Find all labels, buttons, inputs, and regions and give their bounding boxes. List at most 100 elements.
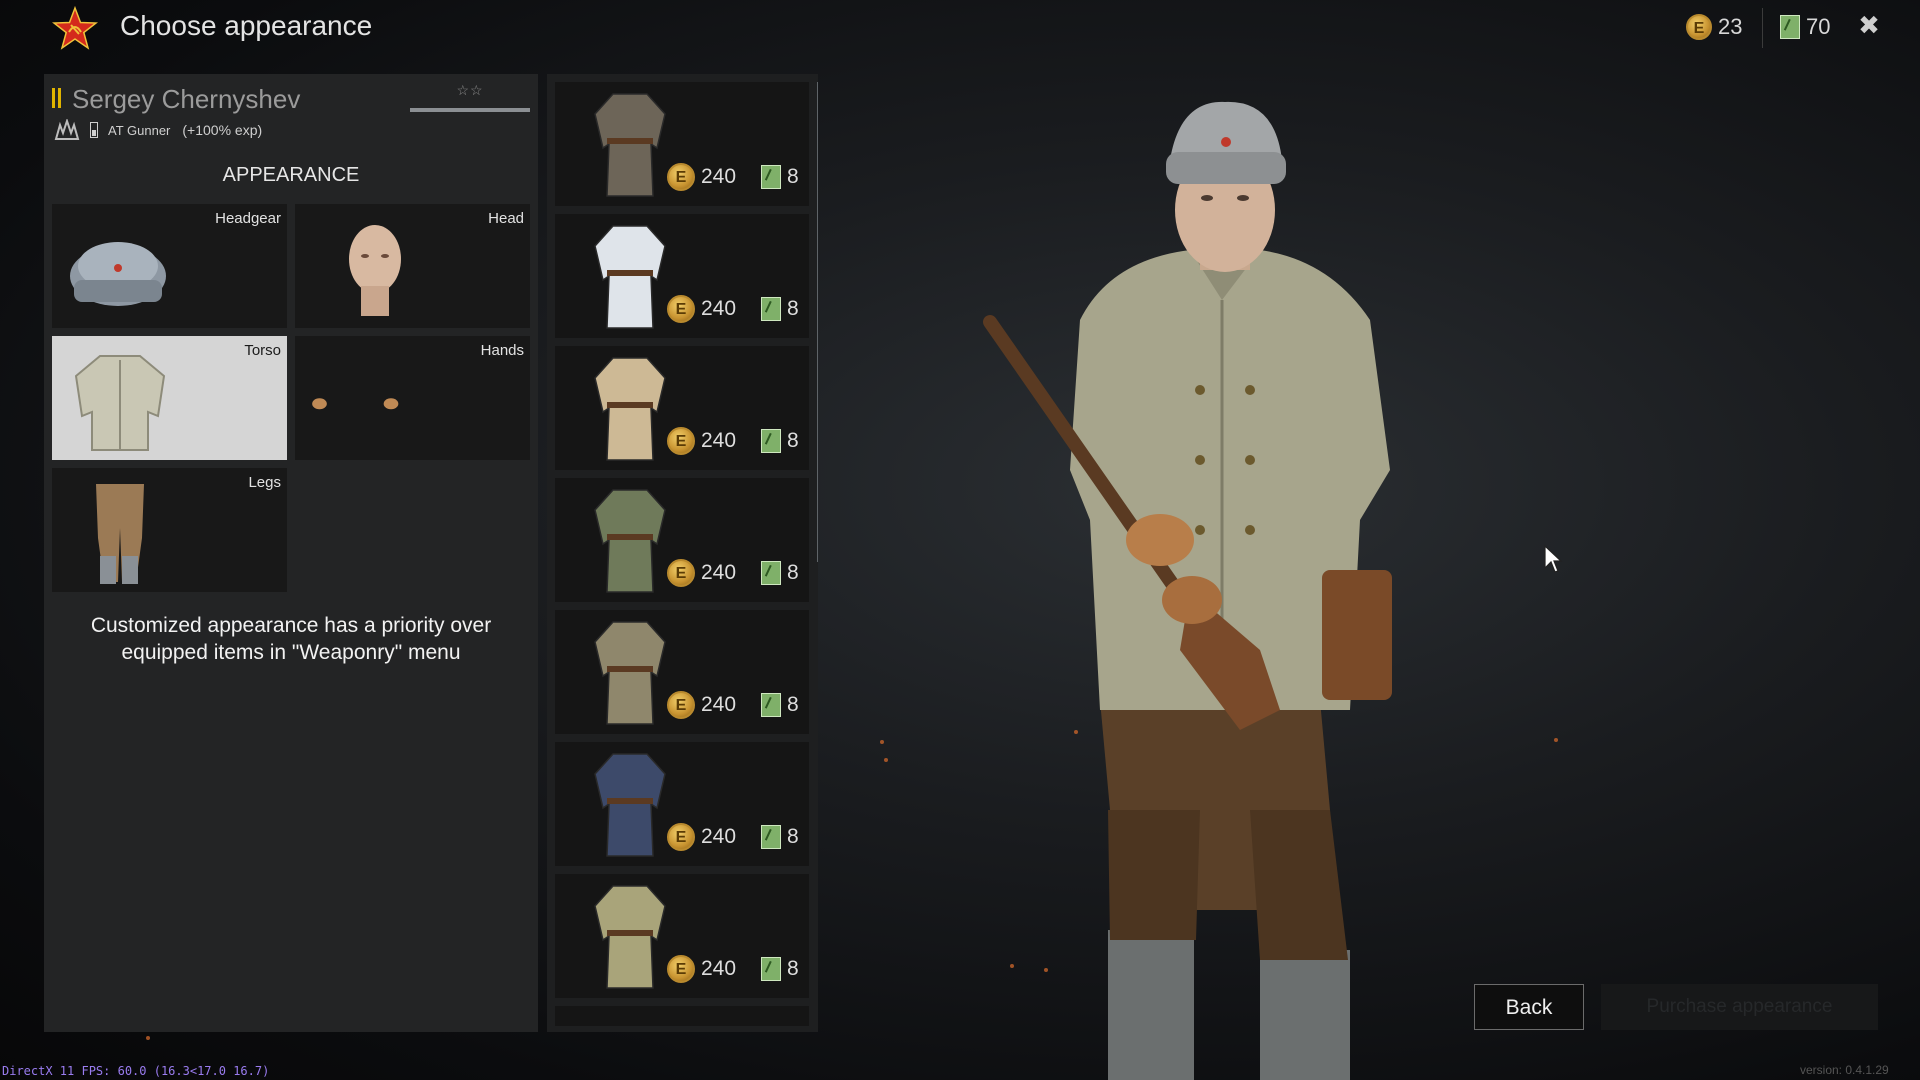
soldier-name: Sergey Chernyshev [72,84,301,114]
blueprint-value: 8 [787,957,799,980]
uniform-icon [594,357,666,461]
price-value: 240 [701,429,737,452]
slot-hands[interactable]: Hands [295,336,530,460]
blueprint-amount: 70 [1806,14,1831,39]
item-price: E 240 [667,162,736,192]
soldier-class: AT Gunner [108,122,171,138]
uniform-icon [594,93,666,197]
appearance-item[interactable] [555,1006,809,1026]
item-price: E 240 [667,558,736,588]
price-value: 240 [701,957,737,980]
soldier-stars: ☆☆ [410,82,530,112]
trousers-icon [96,484,144,584]
blueprint-value: 8 [787,429,799,452]
class-emblem-icon [54,119,80,140]
slot-label: Legs [248,474,281,491]
price-value: 240 [701,825,737,848]
item-blueprint-cost: 8 [761,956,799,982]
mouse-cursor-icon [1544,544,1563,573]
slot-head[interactable]: Head [295,204,530,328]
slot-headgear[interactable]: Headgear [52,204,287,328]
stars-icon: ☆☆ [456,82,484,98]
silver-coin-icon: E [1686,14,1712,40]
slot-torso[interactable]: Torso [52,336,287,460]
silver-coin-icon: E [667,295,695,323]
appearance-heading: APPEARANCE [222,164,360,186]
slot-label: Torso [244,342,281,359]
purchase-appearance-button[interactable]: Purchase appearance [1601,984,1878,1030]
item-blueprint-cost: 8 [761,824,799,850]
jacket-icon [74,355,166,451]
price-value: 240 [701,297,737,320]
appearance-item[interactable]: E 240 8 [555,346,809,470]
item-price: E 240 [667,294,736,324]
silver-coin-icon: E [667,823,695,851]
item-blueprint-cost: 8 [761,428,799,454]
blueprint-icon [761,693,781,717]
soldier-class-row: AT Gunner (+100% exp) [54,118,262,142]
item-price: E 240 [667,954,736,984]
fps-counter: DirectX 11 FPS: 60.0 (16.3<17.0 16.7) [2,1064,270,1078]
soldier-panel: Sergey Chernyshev ☆☆ AT Gunner (+100% ex… [44,74,538,1032]
blueprint-value: 8 [787,561,799,584]
item-blueprint-cost: 8 [761,164,799,190]
close-button[interactable]: ✖ [1854,10,1884,40]
rank-icon [52,88,64,110]
silver-coin-icon: E [667,955,695,983]
uniform-icon [594,621,666,725]
appearance-items-list: E 240 8 E 240 8 E 240 8 E 240 8 E 240 8 E 240 8 E 240 8 [547,74,818,1032]
close-icon: ✖ [1858,10,1880,40]
uniform-icon [594,489,666,593]
price-value: 240 [701,165,737,188]
version-label: version: 0.4.1.29 [1800,1063,1889,1077]
silver-amount: 23 [1718,14,1743,39]
blueprint-value: 8 [787,825,799,848]
appearance-item[interactable]: E 240 8 [555,82,809,206]
price-value: 240 [701,561,737,584]
uniform-icon [594,885,666,989]
back-button[interactable]: Back [1474,984,1584,1030]
appearance-item[interactable]: E 240 8 [555,610,809,734]
silver-coin-icon: E [667,427,695,455]
divider [1762,8,1763,48]
blueprint-balance: 70 [1780,12,1830,42]
blueprint-value: 8 [787,693,799,716]
item-blueprint-cost: 8 [761,296,799,322]
item-price: E 240 [667,426,736,456]
appearance-item[interactable]: E 240 8 [555,214,809,338]
stars-progress-bar [410,108,530,112]
blueprint-icon [761,561,781,585]
price-value: 240 [701,693,737,716]
appearance-item[interactable]: E 240 8 [555,874,809,998]
top-bar: Choose appearance E 23 70 ✖ [0,0,1920,56]
priority-notice: Customized appearance has a priority ove… [90,614,492,664]
uniform-icon [594,225,666,329]
silver-coin-icon: E [667,559,695,587]
uniform-icon [594,753,666,857]
appearance-item[interactable]: E 240 8 [555,742,809,866]
slot-label: Hands [480,342,524,359]
blueprint-icon [761,165,781,189]
scrollbar[interactable] [817,82,818,562]
blueprint-icon [761,825,781,849]
silver-coin-icon: E [667,163,695,191]
head-icon [349,225,401,316]
item-price: E 240 [667,822,736,852]
appearance-item[interactable]: E 240 8 [555,478,809,602]
silver-balance: E 23 [1686,12,1742,42]
blueprint-icon [1780,15,1800,39]
blueprint-icon [761,297,781,321]
page-title: Choose appearance [120,10,373,41]
item-blueprint-cost: 8 [761,560,799,586]
slot-legs[interactable]: Legs [52,468,287,592]
slot-label: Head [488,210,524,227]
blueprint-icon [761,957,781,981]
slot-label: Headgear [215,210,281,227]
soldier-preview[interactable] [960,90,1480,1080]
ushanka-hat-icon [70,242,166,306]
item-price: E 240 [667,690,736,720]
soviet-star-icon [52,6,98,50]
silver-coin-icon: E [667,691,695,719]
item-blueprint-cost: 8 [761,692,799,718]
gloves-icon [312,398,399,410]
